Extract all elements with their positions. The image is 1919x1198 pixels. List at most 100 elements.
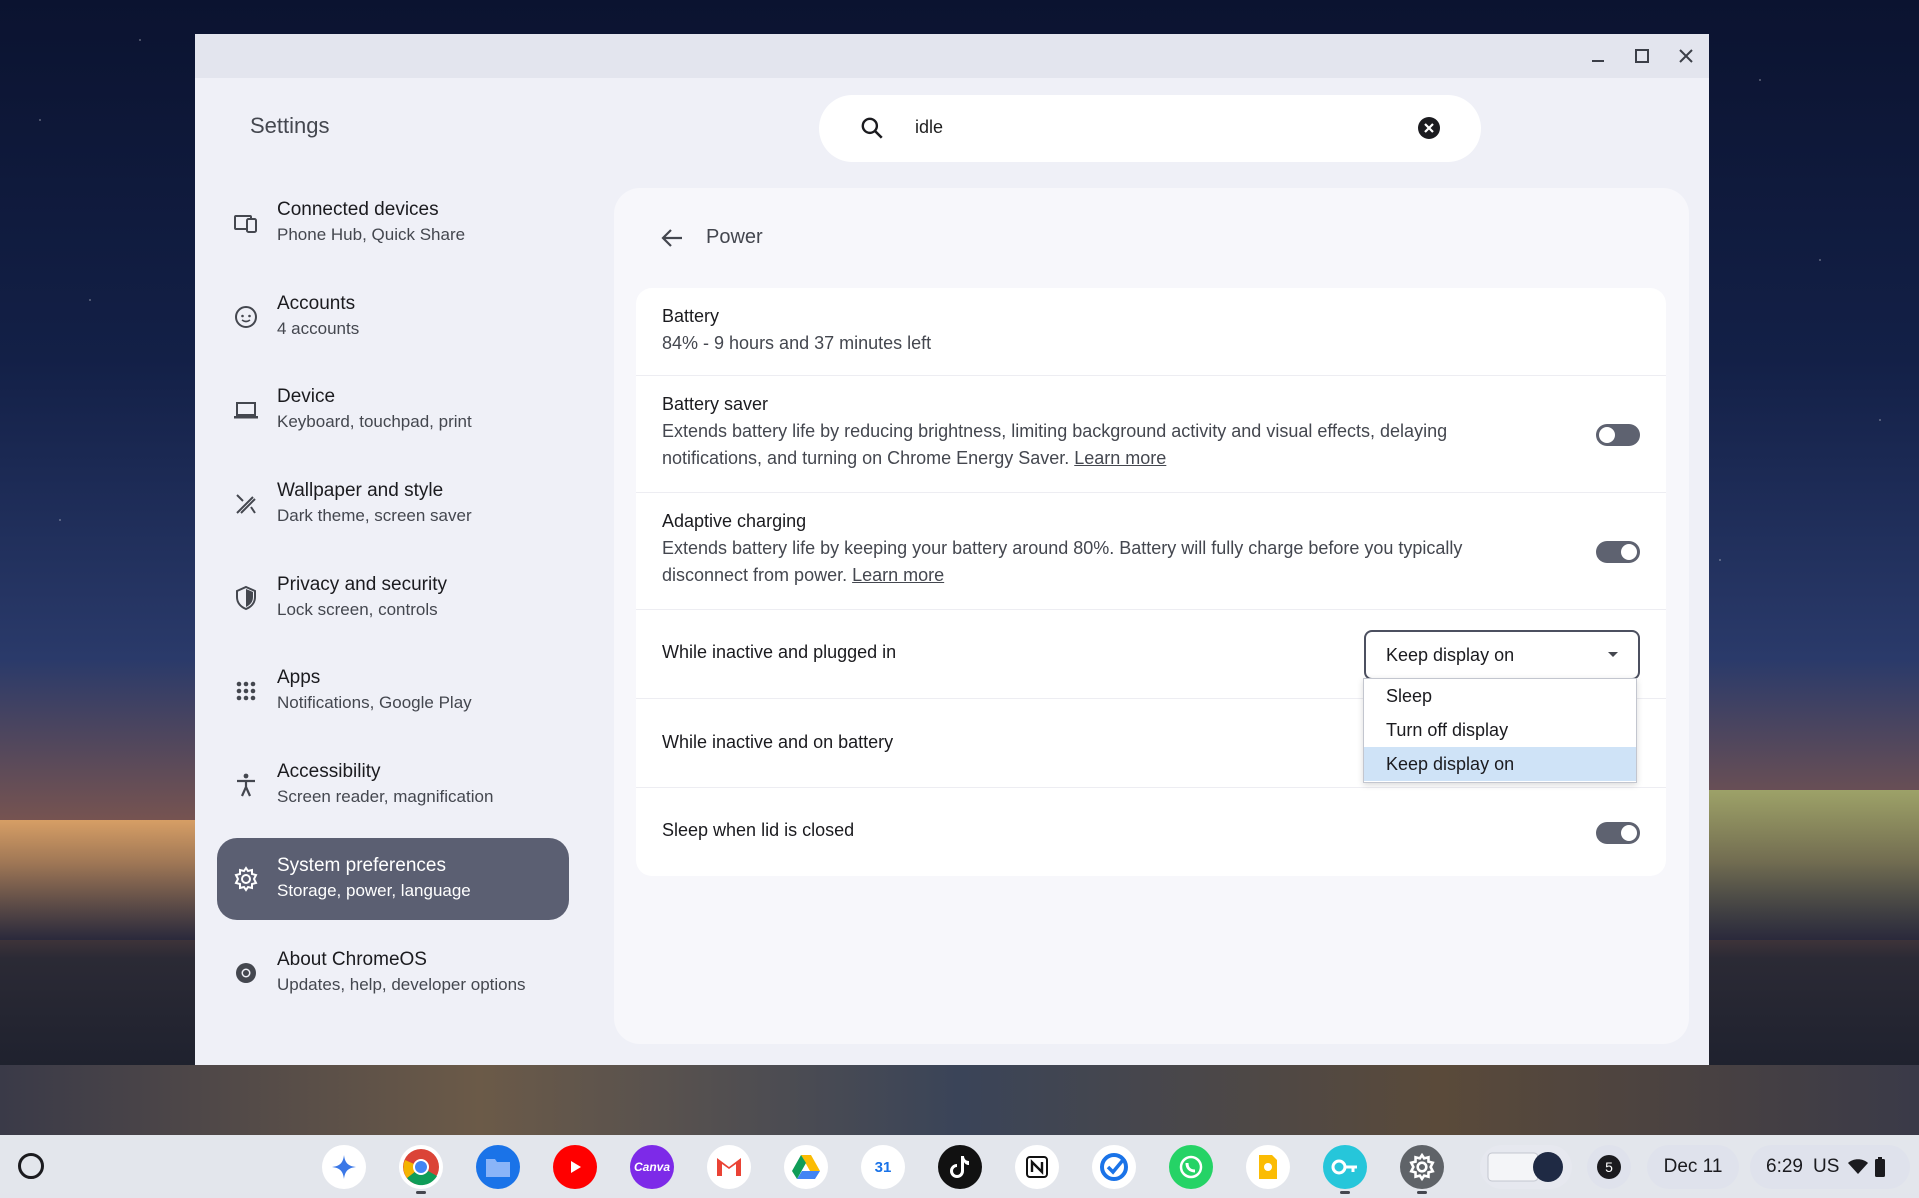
tasks-app-icon[interactable]	[1092, 1145, 1136, 1189]
adaptive-charging-text: Extends battery life by keeping your bat…	[662, 538, 1463, 585]
sidebar-item-accounts[interactable]: Accounts 4 accounts	[217, 276, 569, 358]
clear-search-icon[interactable]	[1417, 116, 1441, 140]
shield-icon	[236, 585, 256, 610]
battery-saver-description: Extends battery life by reducing brightn…	[662, 418, 1542, 472]
sidebar-item-connected-devices[interactable]: Connected devices Phone Hub, Quick Share	[217, 182, 569, 264]
check-circle-icon	[1100, 1153, 1128, 1181]
sidebar-item-title: System preferences	[277, 854, 446, 876]
chrome-icon	[403, 1149, 439, 1186]
folder-icon	[486, 1159, 510, 1177]
toggle-knob	[1621, 825, 1637, 841]
battery-saver-toggle[interactable]	[1596, 424, 1640, 446]
play-icon	[571, 1161, 581, 1173]
search-input[interactable]: idle	[915, 117, 943, 138]
toggle-knob	[1599, 427, 1615, 443]
back-arrow-icon[interactable]	[658, 224, 686, 252]
shelf: Canva 31 5 Dec 11 6:29 US	[0, 1135, 1919, 1198]
inactive-plugged-dropdown-menu: Sleep Turn off display Keep display on	[1363, 678, 1637, 783]
files-app-icon[interactable]	[476, 1145, 520, 1189]
keep-app-icon[interactable]	[1246, 1145, 1290, 1189]
notification-counter[interactable]: 5	[1587, 1145, 1631, 1189]
input-method-label: US	[1812, 1156, 1840, 1177]
sidebar-item-subtitle: Notifications, Google Play	[277, 693, 472, 713]
youtube-app-icon[interactable]	[553, 1145, 597, 1189]
gear-icon	[234, 866, 258, 892]
sidebar-item-accessibility[interactable]: Accessibility Screen reader, magnificati…	[217, 744, 569, 826]
adaptive-charging-description: Extends battery life by keeping your bat…	[662, 535, 1542, 589]
password-manager-app-icon[interactable]	[1323, 1145, 1367, 1194]
dropdown-option-turn-off-display[interactable]: Turn off display	[1364, 713, 1636, 747]
dropdown-option-keep-display-on[interactable]: Keep display on	[1364, 747, 1636, 781]
title-bar	[195, 34, 1709, 78]
sidebar-item-system-preferences[interactable]: System preferences Storage, power, langu…	[217, 837, 569, 920]
tiktok-app-icon[interactable]	[938, 1145, 982, 1189]
sidebar-item-device[interactable]: Device Keyboard, touchpad, print	[217, 369, 569, 451]
key-icon	[1331, 1159, 1357, 1175]
gear-icon	[1409, 1153, 1435, 1181]
lid-sleep-row[interactable]: Sleep when lid is closed	[636, 788, 1666, 876]
paint-icon	[236, 494, 256, 514]
sidebar-item-about-chromeos[interactable]: About ChromeOS Updates, help, developer …	[217, 932, 569, 1014]
sidebar-item-subtitle: Lock screen, controls	[277, 599, 438, 619]
date-tray[interactable]: Dec 11	[1647, 1145, 1739, 1189]
drive-icon	[792, 1155, 820, 1179]
battery-saver-learn-more-link[interactable]: Learn more	[1074, 448, 1166, 468]
status-area[interactable]: 6:29 US	[1750, 1145, 1910, 1189]
close-icon	[1679, 49, 1693, 63]
battery-title: Battery	[662, 306, 720, 326]
running-indicator	[1340, 1191, 1350, 1194]
gmail-app-icon[interactable]	[707, 1145, 751, 1189]
lid-sleep-title: Sleep when lid is closed	[662, 820, 855, 840]
wallpaper-city-left	[0, 820, 200, 940]
sidebar-item-privacy[interactable]: Privacy and security Lock screen, contro…	[217, 557, 569, 639]
gemini-star-icon	[332, 1155, 356, 1179]
battery-saver-row[interactable]: Battery saver Extends battery life by re…	[636, 376, 1666, 493]
holding-space-tray[interactable]	[1480, 1145, 1572, 1189]
sidebar-item-wallpaper[interactable]: Wallpaper and style Dark theme, screen s…	[217, 463, 569, 545]
battery-status: 84% - 9 hours and 37 minutes left	[662, 333, 932, 353]
inactive-plugged-select[interactable]: Keep display on	[1364, 630, 1640, 680]
sidebar-item-title: Accounts	[277, 292, 356, 314]
app-title: Settings	[250, 113, 330, 138]
dropdown-option-sleep[interactable]: Sleep	[1364, 679, 1636, 713]
lid-sleep-toggle[interactable]	[1596, 822, 1640, 844]
sidebar-item-title: Privacy and security	[277, 573, 448, 595]
sidebar-item-title: About ChromeOS	[277, 948, 427, 970]
maximize-button[interactable]	[1628, 42, 1656, 70]
notion-app-icon[interactable]	[1015, 1145, 1059, 1189]
whatsapp-app-icon[interactable]	[1169, 1145, 1213, 1189]
close-window-button[interactable]	[1672, 42, 1700, 70]
sidebar-item-apps[interactable]: Apps Notifications, Google Play	[217, 650, 569, 732]
chevron-down-icon	[1608, 652, 1618, 657]
adaptive-charging-row[interactable]: Adaptive charging Extends battery life b…	[636, 493, 1666, 610]
launcher-button[interactable]	[18, 1153, 44, 1179]
inactive-plugged-title: While inactive and plugged in	[662, 642, 897, 662]
sidebar-item-title: Connected devices	[277, 199, 439, 220]
chrome-app-icon[interactable]	[399, 1145, 443, 1194]
adaptive-charging-toggle[interactable]	[1596, 541, 1640, 563]
gemini-app-icon[interactable]	[322, 1145, 366, 1189]
content-panel: Power Battery 84% - 9 hours and 37 minut…	[614, 188, 1689, 1044]
running-indicator	[1417, 1191, 1427, 1194]
sidebar-item-subtitle: Keyboard, touchpad, print	[277, 412, 472, 432]
sidebar-item-subtitle: Storage, power, language	[277, 880, 471, 900]
adaptive-charging-learn-more-link[interactable]: Learn more	[852, 565, 944, 585]
wifi-icon	[1848, 1159, 1869, 1174]
mail-icon	[717, 1158, 741, 1176]
sidebar-item-subtitle: Screen reader, magnification	[277, 787, 494, 807]
page-title: Power	[706, 226, 763, 248]
settings-window: Settings idle Connected devices Phone Hu…	[195, 34, 1709, 1065]
running-indicator	[416, 1191, 426, 1194]
sidebar-nav: Connected devices Phone Hub, Quick Share…	[217, 182, 569, 1025]
search-box[interactable]: idle	[819, 95, 1481, 162]
inactive-battery-title: While inactive and on battery	[662, 732, 894, 752]
phone-chat-icon	[1179, 1155, 1203, 1179]
drive-app-icon[interactable]	[784, 1145, 828, 1189]
minimize-button[interactable]	[1584, 42, 1612, 70]
settings-app-icon[interactable]	[1400, 1145, 1444, 1194]
battery-icon	[1875, 1157, 1886, 1177]
sidebar-item-subtitle: Phone Hub, Quick Share	[277, 225, 466, 244]
calendar-app-icon[interactable]: 31	[861, 1145, 905, 1189]
adaptive-charging-title: Adaptive charging	[662, 511, 807, 531]
canva-app-icon[interactable]: Canva	[630, 1145, 674, 1189]
